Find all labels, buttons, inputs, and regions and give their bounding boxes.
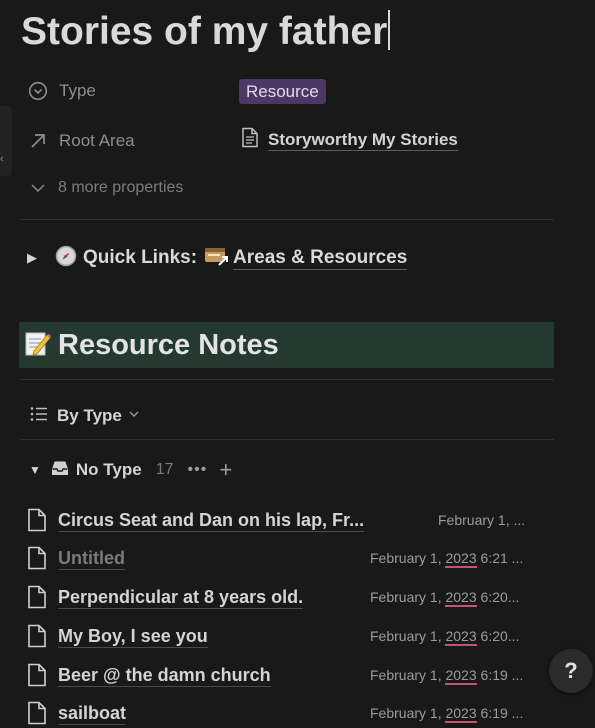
root-area-link[interactable]: Storyworthy My Stories: [241, 127, 458, 153]
page-icon: [241, 127, 259, 153]
chevron-down-icon: [27, 177, 49, 199]
list-item[interactable]: Circus Seat and Dan on his lap, Fr... Fe…: [26, 505, 546, 535]
resource-notes-title: Resource Notes: [58, 328, 279, 361]
list-icon: [30, 406, 48, 427]
group-label: No Type: [75, 460, 142, 479]
note-date: February 1, 2023 6:19 ...: [370, 667, 524, 685]
view-label: By Type: [57, 406, 122, 425]
quick-links-label: Quick Links:: [83, 247, 198, 268]
view-divider: [20, 439, 554, 440]
arrow-up-right-icon: [27, 130, 49, 152]
help-button[interactable]: ?: [549, 649, 593, 693]
note-date: February 1, 2023 6:19 ...: [370, 705, 524, 723]
note-title[interactable]: sailboat: [58, 702, 127, 725]
note-title[interactable]: Circus Seat and Dan on his lap, Fr...: [58, 509, 365, 532]
group-no-type[interactable]: ▼ No Type 17 ••• +: [29, 457, 232, 483]
add-item-icon[interactable]: +: [219, 459, 232, 481]
note-date: February 1, 2023 6:20...: [370, 589, 520, 607]
text-cursor: [388, 10, 391, 50]
list-item[interactable]: My Boy, I see you February 1, 2023 6:20.…: [26, 621, 546, 651]
resource-notes-heading: Resource Notes: [19, 322, 554, 368]
more-options-icon[interactable]: •••: [188, 461, 208, 479]
areas-resources-link[interactable]: Areas & Resources: [233, 247, 408, 270]
list-item[interactable]: Perpendicular at 8 years old. February 1…: [26, 582, 546, 612]
property-root-area-label: Root Area: [59, 131, 135, 150]
spellcheck-underlined-year: 2023: [445, 705, 477, 723]
spellcheck-underlined-year: 2023: [445, 628, 477, 646]
chevron-left-icon: ‹: [0, 153, 4, 165]
heading-divider: [20, 379, 554, 380]
page-icon: [28, 585, 46, 609]
collapse-triangle-icon[interactable]: ▼: [29, 463, 41, 477]
spellcheck-underlined-year: 2023: [445, 589, 477, 607]
chevron-down-icon: [128, 407, 140, 425]
list-item[interactable]: Beer @ the damn church February 1, 2023 …: [26, 660, 546, 690]
property-type[interactable]: Type: [27, 76, 96, 106]
more-properties-toggle[interactable]: 8 more properties: [27, 173, 183, 203]
type-circle-chevron-icon: [27, 80, 49, 102]
note-title[interactable]: Untitled: [58, 547, 125, 570]
type-tag-resource[interactable]: Resource: [239, 79, 326, 104]
toggle-triangle-icon[interactable]: ▶: [27, 250, 43, 266]
list-item[interactable]: sailboat February 1, 2023 6:19 ...: [26, 698, 546, 728]
inbox-icon: [51, 460, 69, 481]
note-title[interactable]: Perpendicular at 8 years old.: [58, 586, 304, 609]
group-count: 17: [155, 461, 174, 478]
page-icon: [28, 663, 46, 687]
sidebar-peek-handle[interactable]: ‹: [0, 106, 12, 176]
quick-links-toggle[interactable]: ▶ Quick Links: Areas & Resources: [27, 243, 408, 273]
note-title[interactable]: Beer @ the damn church: [58, 664, 271, 687]
card-index-link-icon: [203, 244, 231, 273]
page-icon: [28, 546, 46, 570]
properties-divider: [20, 219, 554, 220]
page-icon: [28, 701, 46, 725]
more-properties-label: 8 more properties: [58, 179, 184, 196]
list-item[interactable]: Untitled February 1, 2023 6:21 ...: [26, 543, 546, 573]
compass-icon: [55, 245, 77, 272]
memo-icon: [23, 329, 51, 362]
page-title[interactable]: Stories of my father: [21, 8, 391, 56]
property-type-label: Type: [59, 81, 96, 100]
spellcheck-underlined-year: 2023: [445, 667, 477, 685]
note-date: February 1, ...: [438, 512, 526, 528]
note-title[interactable]: My Boy, I see you: [58, 625, 208, 648]
page-icon: [28, 508, 46, 532]
view-by-type-tab[interactable]: By Type: [30, 403, 140, 429]
root-area-link-text[interactable]: Storyworthy My Stories: [268, 130, 458, 151]
note-date: February 1, 2023 6:21 ...: [370, 550, 524, 568]
property-root-area[interactable]: Root Area: [27, 126, 135, 156]
note-date: February 1, 2023 6:20...: [370, 628, 520, 646]
page-icon: [28, 624, 46, 648]
spellcheck-underlined-year: 2023: [445, 550, 477, 568]
page-title-text[interactable]: Stories of my father: [21, 10, 387, 53]
